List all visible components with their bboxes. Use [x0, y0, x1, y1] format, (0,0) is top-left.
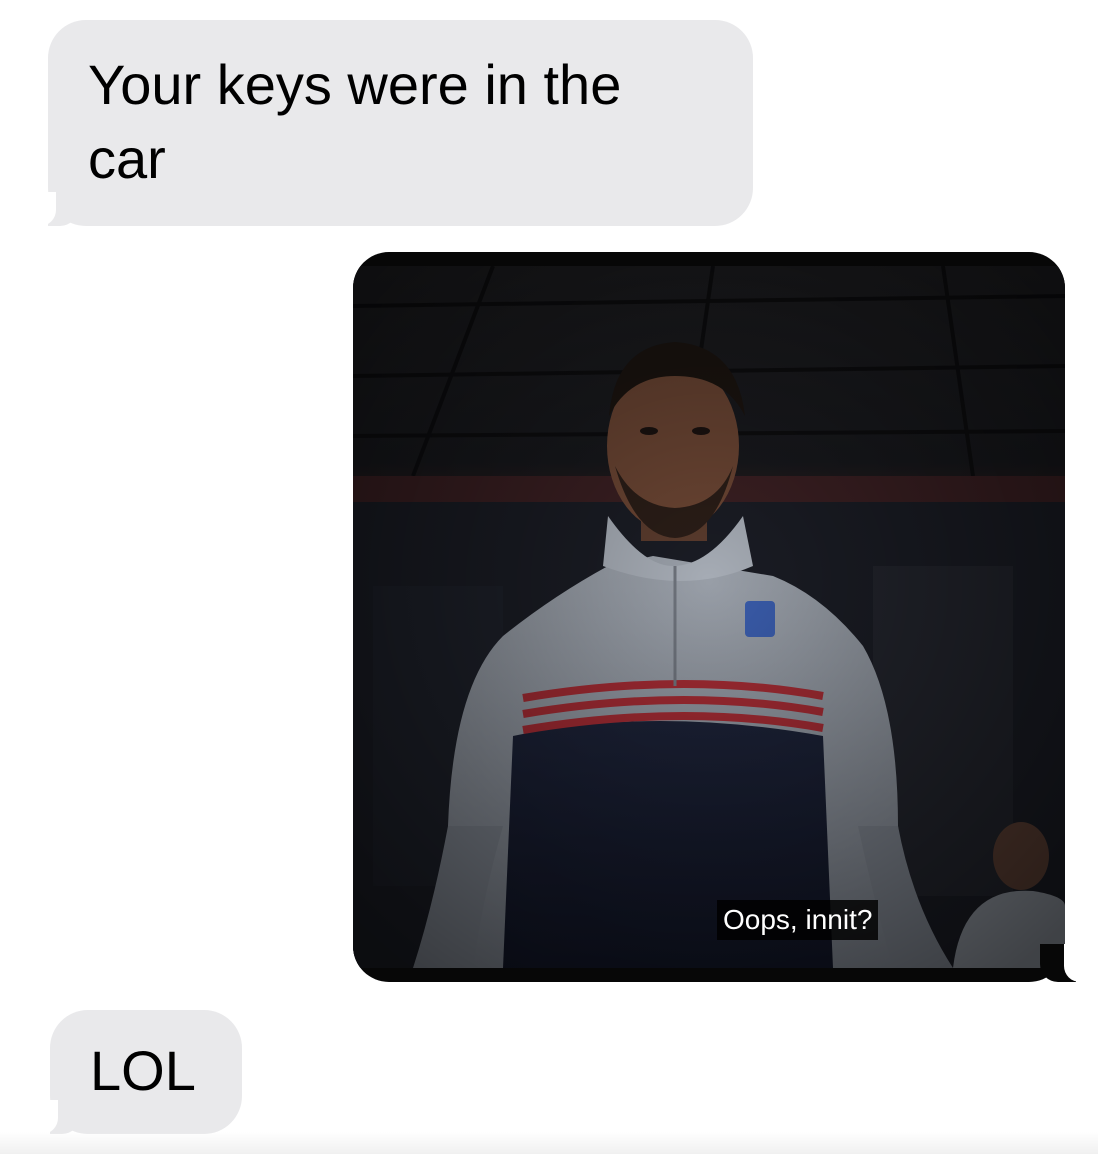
- screen-bottom-edge: [0, 1132, 1098, 1154]
- bubble-tail: [36, 1100, 76, 1134]
- tv-still-image: [353, 266, 1065, 968]
- message-text: Your keys were in the car: [88, 53, 622, 190]
- message-image: Oops, innit?: [353, 266, 1065, 968]
- received-message-bubble[interactable]: LOL: [36, 1010, 242, 1134]
- message-text: LOL: [90, 1039, 196, 1102]
- sent-image-message[interactable]: Oops, innit?: [353, 252, 1065, 982]
- subtitle-caption: Oops, innit?: [717, 900, 879, 940]
- received-message-bubble[interactable]: Your keys were in the car: [34, 20, 753, 226]
- bubble-tail: [1040, 944, 1084, 982]
- bubble-tail: [34, 192, 74, 226]
